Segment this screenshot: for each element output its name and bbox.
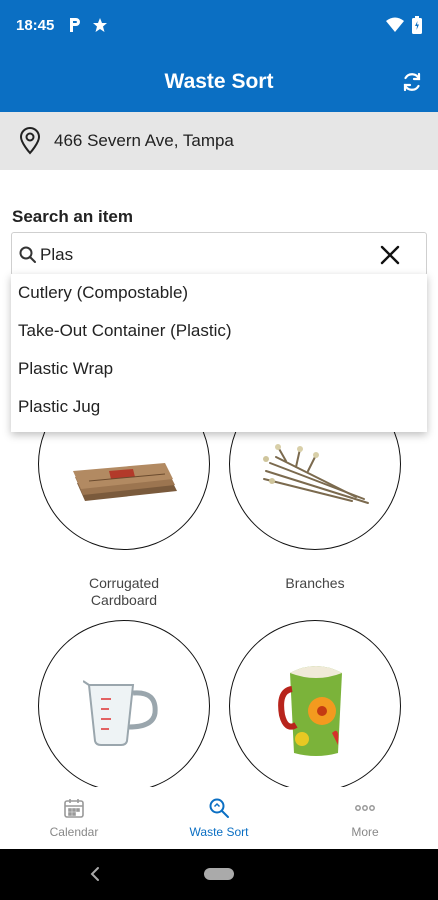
cardboard-image [69, 461, 181, 510]
wifi-icon [386, 17, 404, 38]
home-pill[interactable] [204, 868, 234, 880]
suggestion-item[interactable]: Plastic Wrap [11, 350, 427, 388]
item-mug[interactable] [229, 620, 401, 792]
nav-more[interactable]: More [305, 797, 425, 839]
item-label: Corrugated Cardboard [88, 575, 160, 608]
calendar-icon [63, 797, 85, 819]
nav-calendar-label: Calendar [49, 825, 99, 839]
close-icon[interactable] [378, 243, 402, 267]
branches-image [256, 441, 376, 516]
address-bar[interactable]: 466 Severn Ave, Tampa [0, 112, 438, 170]
battery-icon [412, 16, 422, 39]
measuring-cup-image [82, 677, 167, 754]
status-bar: 18:45 [0, 0, 438, 56]
back-icon[interactable] [88, 864, 102, 889]
status-time: 18:45 [16, 17, 55, 34]
system-nav-bar [0, 849, 438, 900]
nav-calendar[interactable]: Calendar [14, 797, 134, 839]
suggestion-dropdown: Cutlery (Compostable) Take-Out Container… [11, 274, 427, 432]
suggestion-item[interactable]: Cutlery (Compostable) [11, 274, 427, 312]
page-title: Waste Sort [164, 70, 274, 93]
app-bar: Waste Sort [0, 56, 438, 112]
nav-waste-sort[interactable]: Waste Sort [159, 797, 279, 839]
waste-sort-search-icon [208, 797, 230, 819]
suggestion-item[interactable]: Plastic Jug [11, 388, 427, 426]
item-measuring-cup[interactable] [38, 620, 210, 792]
bottom-navigation: Calendar Waste Sort More [0, 787, 438, 849]
refresh-button[interactable] [398, 70, 426, 98]
suggestion-item[interactable]: Take-Out Container (Plastic) [11, 312, 427, 350]
item-label: Branches [285, 575, 345, 591]
search-icon [18, 245, 38, 265]
parking-icon [68, 16, 82, 39]
nav-more-label: More [351, 825, 379, 839]
search-box [11, 232, 427, 276]
refresh-icon [400, 70, 424, 99]
search-input[interactable] [40, 239, 370, 271]
address-text: 466 Severn Ave, Tampa [54, 131, 234, 150]
location-pin-icon [18, 127, 42, 155]
search-label: Search an item [12, 207, 133, 226]
mug-image [278, 659, 358, 764]
nav-waste-sort-label: Waste Sort [189, 825, 249, 839]
star-icon [92, 17, 108, 38]
more-dots-icon [354, 797, 376, 819]
